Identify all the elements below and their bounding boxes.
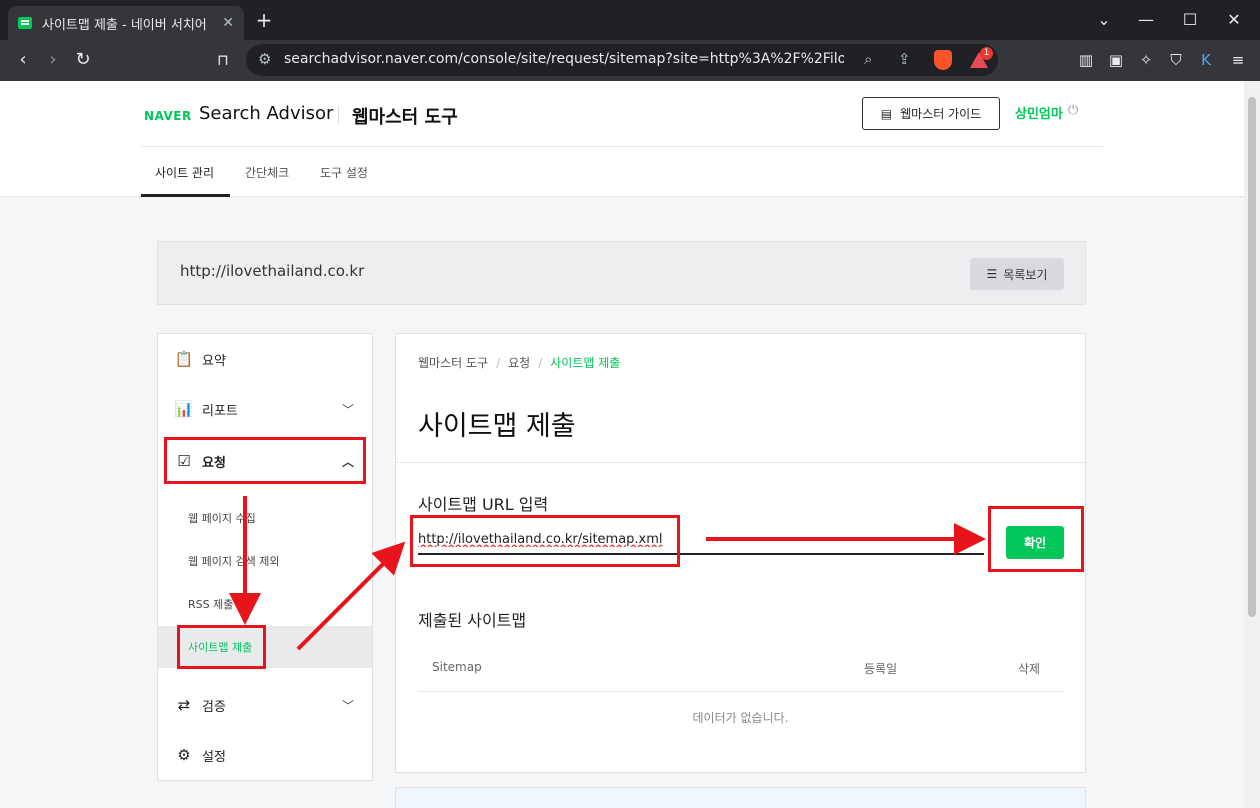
- header-divider-line: [141, 146, 1103, 147]
- header-divider: [338, 106, 339, 124]
- minimize-icon[interactable]: —: [1134, 10, 1158, 29]
- site-settings-icon[interactable]: ⚙: [258, 50, 271, 68]
- list-view-label: 목록보기: [1003, 267, 1048, 282]
- reload-icon[interactable]: ↻: [72, 49, 94, 70]
- sidebar-item-verify[interactable]: ⇄ 검증 ﹀: [158, 680, 372, 730]
- bookmark-icon[interactable]: ⊓: [212, 51, 234, 69]
- section-divider: [396, 462, 1085, 463]
- scrollbar-thumb[interactable]: [1248, 97, 1256, 617]
- sidebar-item-label: 설정: [202, 749, 226, 765]
- share-icon[interactable]: ⇪: [898, 50, 911, 68]
- forward-icon[interactable]: ›: [42, 49, 64, 70]
- bar-chart-icon: 📊: [174, 400, 194, 418]
- chevron-down-icon: ﹀: [341, 402, 354, 417]
- table-divider: [418, 691, 1064, 692]
- page: NAVER Search Advisor 웹마스터 도구 ▤ 웹마스터 가이드 …: [0, 81, 1244, 808]
- sidebar-item-label: 검증: [202, 699, 226, 715]
- sub-item-rss[interactable]: RSS 제출: [188, 596, 233, 612]
- page-scrollbar[interactable]: [1244, 81, 1260, 808]
- active-tab-indicator: [141, 194, 230, 197]
- zoom-icon[interactable]: ⌕: [864, 50, 872, 68]
- product-name[interactable]: Search Advisor: [199, 103, 333, 124]
- tab-search-icon[interactable]: ⌄: [1092, 10, 1116, 29]
- clipboard-icon: 📋: [174, 350, 194, 368]
- sub-item-page-collect[interactable]: 웹 페이지 수집: [188, 510, 256, 526]
- new-tab-icon[interactable]: +: [254, 8, 274, 32]
- tool-name: 웹마스터 도구: [352, 107, 458, 128]
- column-header-date: 등록일: [864, 662, 898, 676]
- swap-arrows-icon: ⇄: [177, 696, 191, 714]
- sidebar-item-summary[interactable]: 📋 요약: [158, 334, 372, 384]
- site-url: http://ilovethailand.co.kr: [180, 262, 365, 280]
- list-icon: ☰: [986, 267, 998, 281]
- gear-icon: ⚙: [177, 746, 191, 764]
- extension-icon[interactable]: K: [1196, 51, 1216, 69]
- maximize-icon[interactable]: ☐: [1178, 10, 1202, 29]
- leo-ai-icon[interactable]: ✧: [1136, 51, 1156, 69]
- sidebar-item-report[interactable]: 📊 리포트 ﹀: [158, 384, 372, 434]
- breadcrumb-item[interactable]: 웹마스터 도구: [418, 356, 488, 370]
- close-tab-icon[interactable]: ✕: [222, 15, 234, 31]
- naver-favicon-icon: [18, 17, 32, 29]
- tab-site-management[interactable]: 사이트 관리: [155, 164, 214, 181]
- chevron-down-icon: ﹀: [341, 698, 354, 713]
- breadcrumb: 웹마스터 도구 / 요청 / 사이트맵 제출: [418, 356, 621, 370]
- breadcrumb-current: 사이트맵 제출: [550, 356, 621, 370]
- highlight-sitemap-submenu: [177, 625, 266, 669]
- rewards-badge: 1: [980, 47, 993, 60]
- menu-icon[interactable]: ≡: [1228, 51, 1248, 69]
- browser-toolbar: ‹ › ↻ ⊓ ⚙ searchadvisor.naver.com/consol…: [0, 40, 1260, 81]
- sidebar-item-settings[interactable]: ⚙ 설정: [158, 730, 372, 780]
- tab-tool-settings[interactable]: 도구 설정: [320, 164, 368, 181]
- url-text: searchadvisor.naver.com/console/site/req…: [284, 51, 844, 67]
- highlight-url-input: [410, 515, 680, 567]
- tab-title: 사이트맵 제출 - 네이버 서치어: [42, 17, 207, 33]
- webmaster-guide-button[interactable]: ▤ 웹마스터 가이드: [862, 97, 1000, 130]
- back-icon[interactable]: ‹: [12, 49, 34, 70]
- highlight-request-menu: [164, 437, 366, 484]
- site-selector: http://ilovethailand.co.kr ☰ 목록보기: [157, 241, 1086, 305]
- wallet-icon[interactable]: ▣: [1106, 51, 1126, 69]
- vpn-icon[interactable]: ⛉: [1166, 51, 1186, 69]
- browser-tabstrip: 사이트맵 제출 - 네이버 서치어 ✕ + ⌄ — ☐ ✕: [0, 0, 1260, 40]
- site-header: NAVER Search Advisor 웹마스터 도구 ▤ 웹마스터 가이드 …: [0, 81, 1244, 197]
- empty-table-message: 데이터가 없습니다.: [692, 711, 789, 725]
- browser-tab[interactable]: 사이트맵 제출 - 네이버 서치어 ✕: [8, 6, 244, 40]
- lower-panel: [395, 787, 1086, 808]
- input-section-title: 사이트맵 URL 입력: [418, 495, 549, 514]
- breadcrumb-item[interactable]: 요청: [508, 356, 530, 370]
- tab-simple-check[interactable]: 간단체크: [245, 164, 289, 181]
- close-window-icon[interactable]: ✕: [1222, 10, 1246, 29]
- list-view-button[interactable]: ☰ 목록보기: [970, 258, 1064, 290]
- column-header-delete: 삭제: [1018, 662, 1041, 676]
- brave-shields-icon[interactable]: [934, 50, 952, 70]
- highlight-confirm-button: [988, 506, 1084, 572]
- sidebar-item-label: 리포트: [202, 403, 238, 419]
- sidebar: 📋 요약 📊 리포트 ﹀ ☑ 요청 ︿ 웹 페이지 수집 웹 페이지 검색 제외…: [157, 333, 373, 781]
- naver-logo[interactable]: NAVER: [144, 109, 192, 123]
- logout-icon[interactable]: ⏻: [1068, 103, 1078, 118]
- user-name[interactable]: 상민엄마: [1015, 103, 1063, 122]
- column-header-sitemap: Sitemap: [432, 660, 482, 674]
- sub-item-page-exclude[interactable]: 웹 페이지 검색 제외: [188, 553, 279, 569]
- address-bar[interactable]: ⚙ searchadvisor.naver.com/console/site/r…: [246, 44, 998, 76]
- guide-book-icon: ▤: [880, 106, 893, 121]
- submitted-section-title: 제출된 사이트맵: [418, 611, 527, 630]
- guide-label: 웹마스터 가이드: [900, 107, 982, 121]
- sidebar-toggle-icon[interactable]: ▥: [1076, 51, 1096, 69]
- page-title: 사이트맵 제출: [418, 411, 576, 442]
- sidebar-item-label: 요약: [202, 353, 226, 369]
